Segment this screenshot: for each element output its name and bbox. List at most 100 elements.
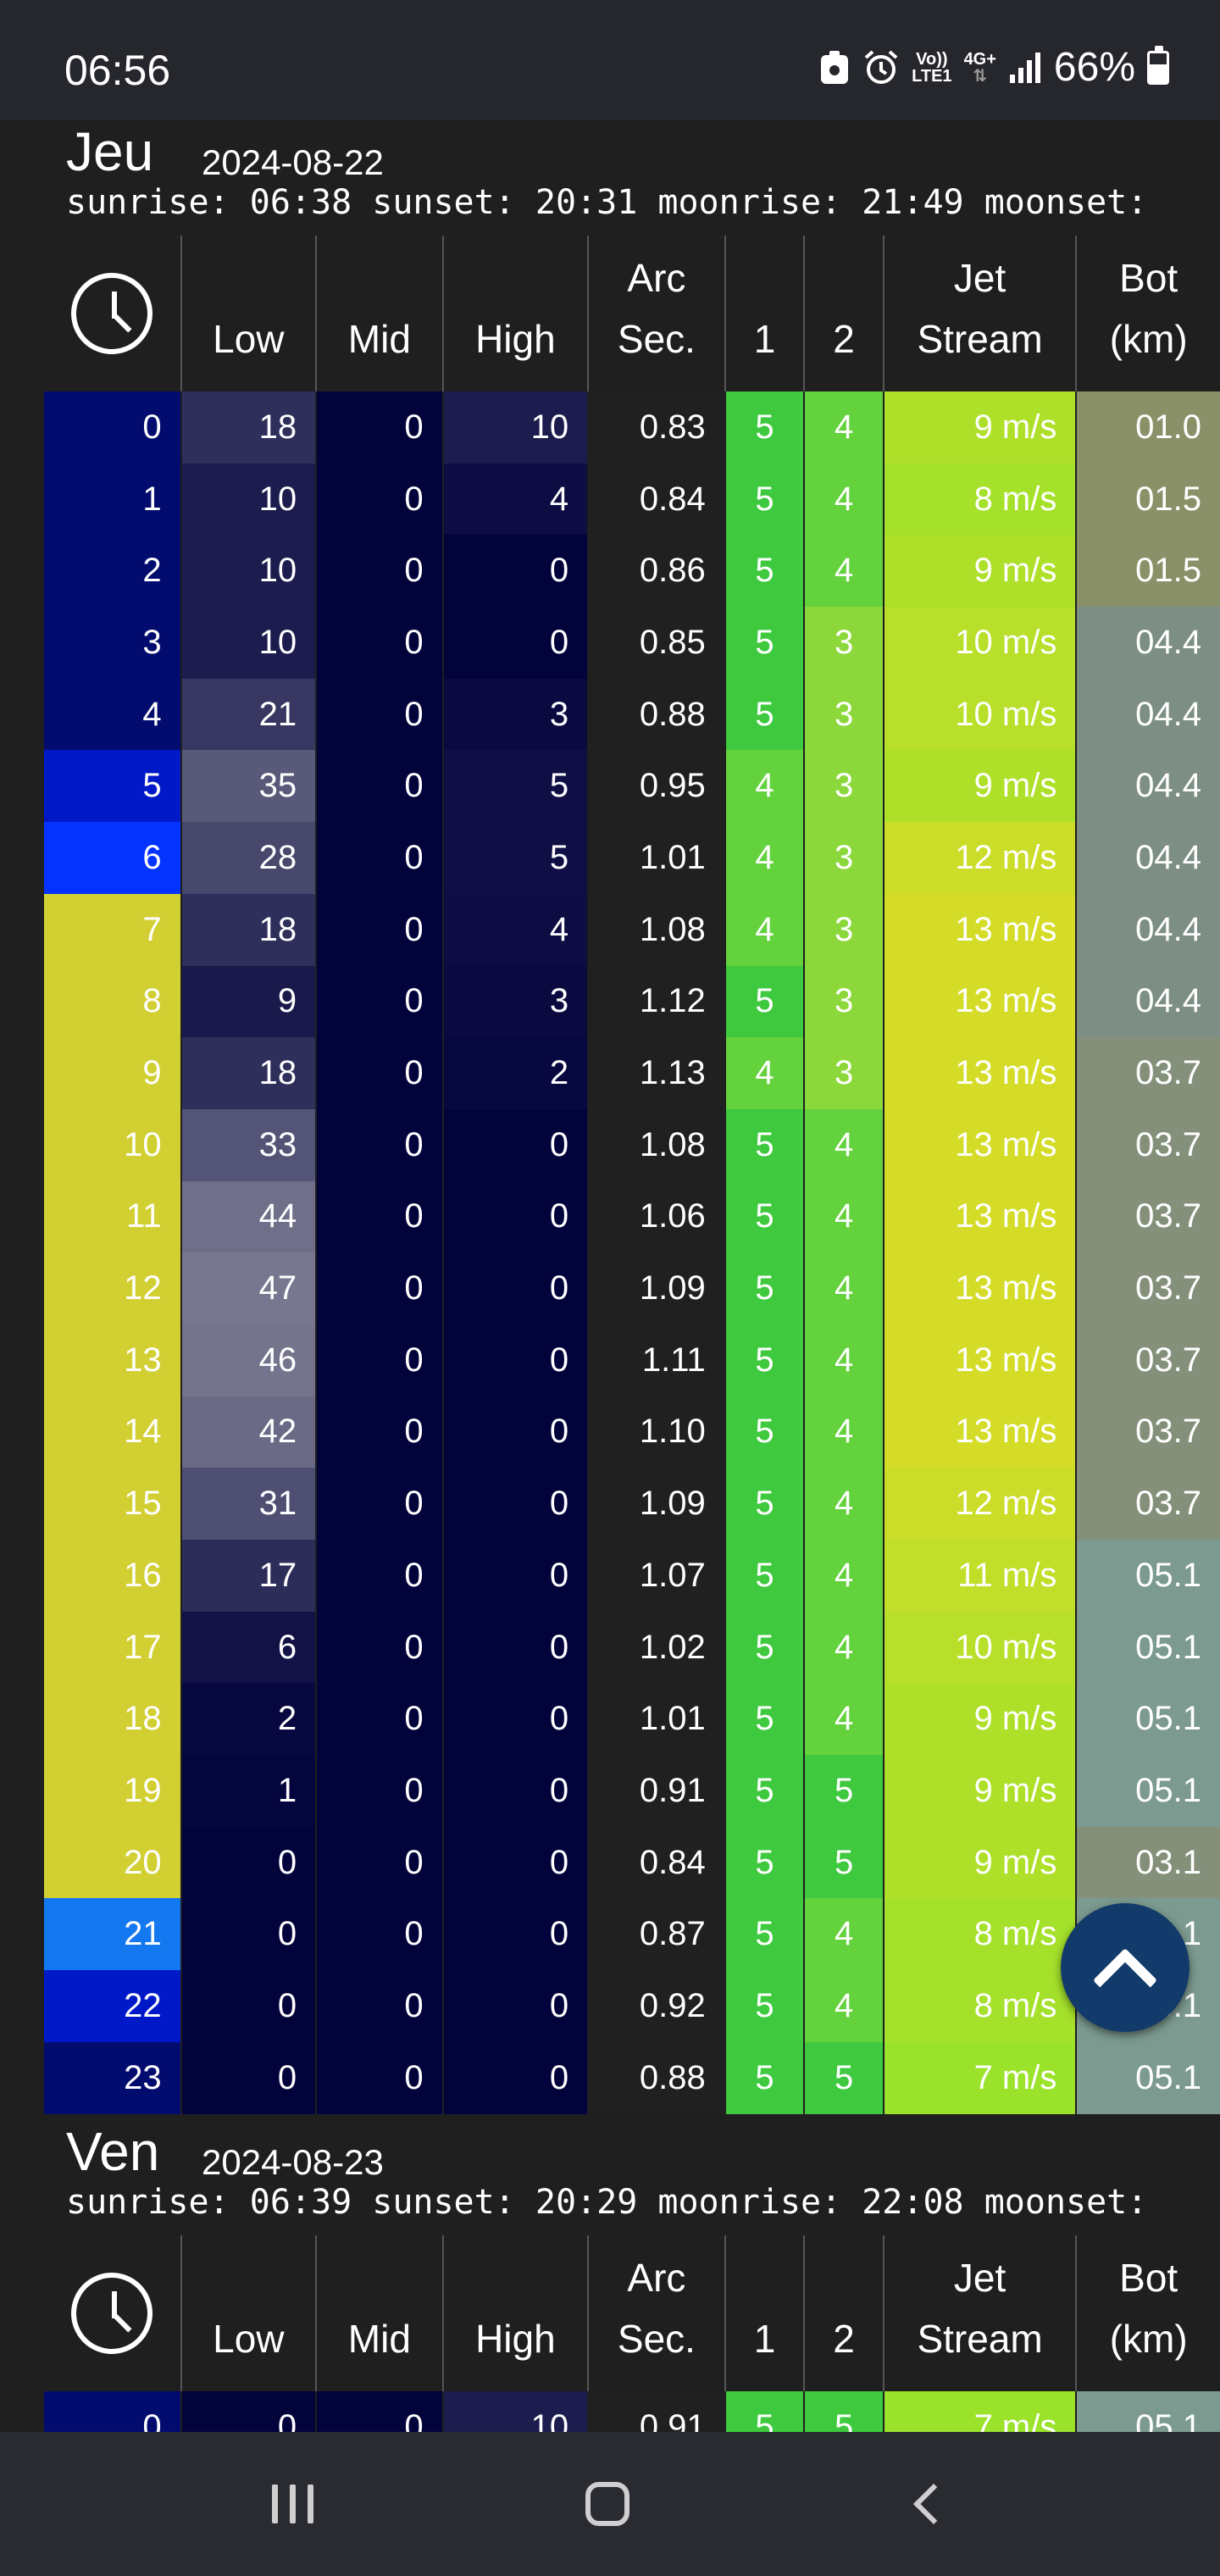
- table-row: 16 17 0 0 1.07 5 4 11 m/s 05.1: [44, 1540, 1220, 1612]
- bottom-km-cell: 04.4: [1075, 965, 1220, 1038]
- mid-cloud-cell: 0: [315, 822, 443, 894]
- hour-column-header: [44, 236, 181, 391]
- seeing-1-cell: 5: [724, 1683, 805, 1756]
- high-cloud-cell: 0: [441, 1611, 589, 1684]
- low-cloud-header: Low: [180, 2235, 317, 2391]
- table-row: 0 0 0 10 0.91 5 5 7 m/s 05.1: [44, 2391, 1220, 2432]
- seeing-1-cell: 4: [724, 750, 805, 823]
- seeing-1-cell: 5: [724, 678, 805, 751]
- jet-stream-cell: 9 m/s: [882, 1683, 1077, 1756]
- arc-sec-cell: 1.02: [587, 1611, 725, 1684]
- seeing-1-cell: 5: [724, 463, 805, 536]
- day-name: Ven: [66, 2121, 160, 2182]
- seeing-1-cell: 5: [724, 1324, 805, 1396]
- recent-apps-icon: [271, 2484, 278, 2523]
- bottom-km-cell: 03.7: [1075, 1252, 1220, 1324]
- table-row: 210000.87548 m/s05.1: [44, 1898, 1220, 1971]
- battery-icon: [1147, 45, 1169, 85]
- arc-sec-cell: 1.11: [587, 1324, 725, 1396]
- mid-cloud-cell: 0: [315, 2391, 443, 2432]
- bottom-km-header: Bot (km): [1075, 236, 1220, 391]
- status-icons: Vo)) LTE1 4G+ ⇅ 66%: [818, 44, 1169, 91]
- low-cloud-cell: 10: [180, 607, 317, 679]
- seeing-2-cell: 4: [803, 391, 884, 464]
- bottom-km-cell: 03.7: [1075, 1396, 1220, 1468]
- network-label: 4G+: [963, 49, 996, 69]
- arc-sec-cell: 0.87: [587, 1898, 725, 1971]
- hour-cell: 0: [44, 2391, 181, 2432]
- seeing-2-cell: 4: [803, 463, 884, 536]
- table-row: 8 9 0 3 1.12 5 3 13 m/s 04.4: [44, 965, 1220, 1038]
- arc-sec-cell: 1.01: [587, 1683, 725, 1756]
- high-cloud-cell: 0: [441, 1180, 589, 1253]
- seeing-1-cell: 5: [724, 1396, 805, 1468]
- high-cloud-cell: 0: [441, 607, 589, 679]
- mid-cloud-cell: 0: [315, 1755, 443, 1827]
- table-row: 0 18 0 10 0.83 5 4 9 m/s 01.0: [44, 391, 1220, 464]
- high-cloud-cell: 10: [441, 391, 589, 464]
- arc-sec-header: Arc Sec.: [587, 236, 725, 391]
- seeing-1-cell: 5: [724, 391, 805, 464]
- arc-sec-cell: 1.07: [587, 1540, 725, 1612]
- back-button[interactable]: [913, 2483, 955, 2525]
- arc-sec-cell: 1.01: [587, 822, 725, 894]
- seeing-1-cell: 5: [724, 1898, 805, 1971]
- forecast-scroll-area[interactable]: Jeu 2024-08-22 sunrise: 06:38 sunset: 20:3…: [0, 120, 1220, 2432]
- scroll-to-top-button[interactable]: [1061, 1903, 1190, 2032]
- arc-sec-cell: 0.88: [587, 2041, 725, 2114]
- bottom-km-cell: 03.7: [1075, 1037, 1220, 1109]
- high-cloud-cell: 4: [441, 893, 589, 966]
- jet-stream-cell: 8 m/s: [882, 1898, 1077, 1971]
- jet-stream-cell: 8 m/s: [882, 463, 1077, 536]
- home-button[interactable]: [585, 2482, 630, 2526]
- recent-apps-button[interactable]: [271, 2484, 313, 2523]
- table-row: 4 21 0 3 0.88 5 3 10 m/s 04.4: [44, 678, 1220, 751]
- volte-label-top: Vo)): [916, 49, 948, 69]
- day-section: Jeu 2024-08-22 sunrise: 06:38 sunset: 20:3…: [0, 120, 1220, 2114]
- sun-moon-times: sunrise: 06:38 sunset: 20:31 moonrise: 2…: [66, 183, 1148, 222]
- table-row: 11 44 0 0 1.06 5 4 13 m/s 03.7: [44, 1180, 1220, 1253]
- hour-cell: 1: [44, 463, 181, 536]
- jet-stream-cell: 7 m/s: [882, 2041, 1077, 2114]
- mid-cloud-cell: 0: [315, 391, 443, 464]
- seeing-1-cell: 5: [724, 1468, 805, 1540]
- table-row: 18 2 0 0 1.01 5 4 9 m/s 05.1: [44, 1683, 1220, 1756]
- arc-sec-cell: 1.13: [587, 1037, 725, 1109]
- seeing-1-cell: 4: [724, 822, 805, 894]
- table-row: 14 42 0 0 1.10 5 4 13 m/s 03.7: [44, 1396, 1220, 1468]
- mid-cloud-cell: 0: [315, 2041, 443, 2114]
- seeing-1-cell: 5: [724, 2391, 805, 2432]
- high-cloud-cell: 0: [441, 535, 589, 608]
- low-cloud-cell: 0: [180, 1898, 317, 1971]
- high-cloud-cell: 0: [441, 1755, 589, 1827]
- seeing-1-cell: 5: [724, 535, 805, 608]
- hour-cell: 18: [44, 1683, 181, 1756]
- seeing-2-cell: 4: [803, 1252, 884, 1324]
- table-row: 220000.92548 m/s05.1: [44, 1970, 1220, 2042]
- jet-stream-cell: 13 m/s: [882, 1037, 1077, 1109]
- high-cloud-cell: 4: [441, 463, 589, 536]
- mid-cloud-cell: 0: [315, 1468, 443, 1540]
- hour-cell: 19: [44, 1755, 181, 1827]
- volte-icon: Vo)) LTE1: [912, 51, 951, 85]
- low-cloud-cell: 0: [180, 2391, 317, 2432]
- high-cloud-cell: 2: [441, 1037, 589, 1109]
- seeing-2-header: 2: [803, 2235, 884, 2391]
- seeing-1-cell: 5: [724, 1611, 805, 1684]
- high-cloud-cell: 0: [441, 1396, 589, 1468]
- mid-cloud-cell: 0: [315, 607, 443, 679]
- high-cloud-cell: 0: [441, 1468, 589, 1540]
- arc-sec-cell: 1.09: [587, 1468, 725, 1540]
- hour-cell: 10: [44, 1108, 181, 1181]
- jet-stream-cell: 13 m/s: [882, 1180, 1077, 1253]
- arc-sec-cell: 1.08: [587, 893, 725, 966]
- seeing-1-cell: 5: [724, 607, 805, 679]
- hour-cell: 15: [44, 1468, 181, 1540]
- day-date: 2024-08-22: [202, 142, 384, 182]
- bottom-km-cell: 01.5: [1075, 535, 1220, 608]
- bottom-km-cell: 05.1: [1075, 1611, 1220, 1684]
- high-cloud-cell: 10: [441, 2391, 589, 2432]
- arc-sec-cell: 1.08: [587, 1108, 725, 1181]
- table-row: 12 47 0 0 1.09 5 4 13 m/s 03.7: [44, 1252, 1220, 1324]
- seeing-2-cell: 5: [803, 2391, 884, 2432]
